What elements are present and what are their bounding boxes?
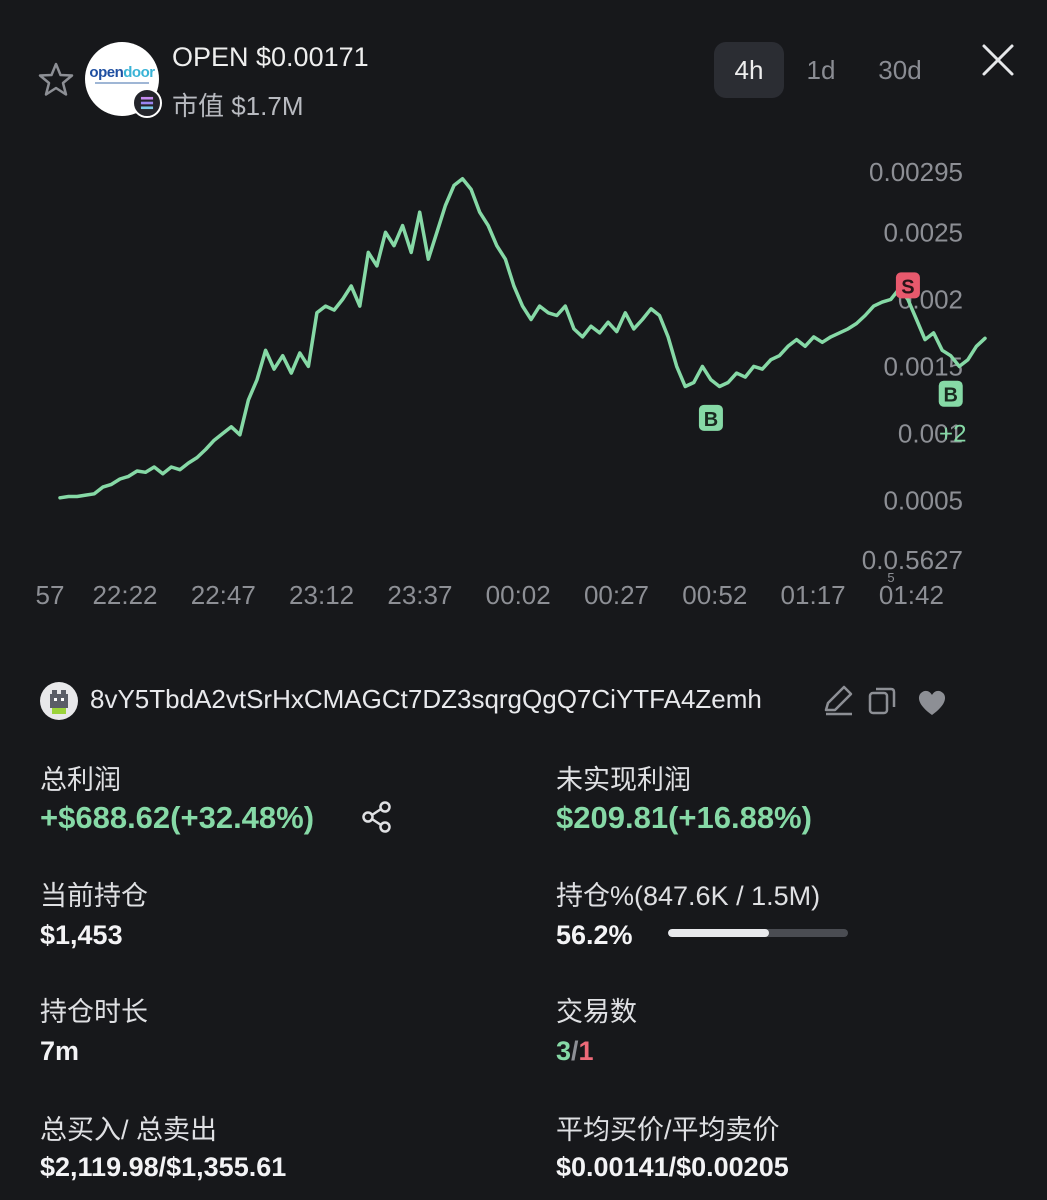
- price-chart[interactable]: 0.002950.00250.0020.00150.0010.00050.0.5…: [0, 130, 1047, 630]
- y-tick-label: 0.0005: [883, 485, 963, 515]
- trades-value: 3/1: [556, 1036, 594, 1066]
- buy-marker: B: [938, 380, 963, 407]
- avg-price-label: 平均买价/平均卖价: [556, 1115, 780, 1145]
- y-tick-label: 0.00295: [869, 157, 963, 187]
- sell-marker: S: [895, 272, 920, 299]
- holding-progress-fill: [668, 929, 770, 937]
- marker-label: S: [901, 276, 914, 298]
- edit-icon[interactable]: [820, 682, 856, 718]
- hold-time-label: 持仓时长: [40, 997, 148, 1027]
- x-tick-label: 00:27: [584, 580, 649, 610]
- x-tick-label: 01:42: [879, 580, 944, 610]
- x-tick-label: 01:17: [781, 580, 846, 610]
- unrealized-profit-label: 未实现利润: [556, 765, 691, 795]
- holding-pct-label: 持仓%(847.6K / 1.5M): [556, 881, 821, 911]
- price-line: [58, 176, 987, 500]
- token-title: OPEN $0.00171: [172, 42, 369, 72]
- solana-chain-icon: [132, 88, 162, 118]
- share-icon[interactable]: [360, 800, 394, 834]
- trades-buys: 3: [556, 1036, 572, 1066]
- holding-progress-bar: [668, 929, 848, 937]
- position-value: $1,453: [40, 920, 123, 950]
- buy-marker: B: [698, 404, 723, 431]
- buy-sell-total-value: $2,119.98/$1,355.61: [40, 1152, 287, 1182]
- unrealized-profit-value: $209.81(+16.88%): [556, 800, 812, 835]
- total-profit-label: 总利润: [40, 765, 121, 795]
- avatar: [40, 682, 78, 720]
- x-tick-label: 00:02: [486, 580, 551, 610]
- buy-sell-total-label: 总买入/ 总卖出: [40, 1115, 218, 1145]
- position-label: 当前持仓: [40, 881, 148, 911]
- trades-sells: 1: [578, 1036, 594, 1066]
- tab-30d[interactable]: 30d: [860, 42, 940, 98]
- close-icon[interactable]: [978, 40, 1018, 80]
- marker-label: B: [704, 409, 718, 431]
- hold-time-value: 7m: [40, 1036, 80, 1066]
- x-tick-label: 23:12: [289, 580, 354, 610]
- market-cap: 市值 $1.7M: [172, 91, 304, 121]
- wallet-address[interactable]: 8vY5TbdA2vtSrHxCMAGCt7DZ3sqrgQgQ7CiYTFA4…: [90, 684, 825, 715]
- x-tick-label: 22:47: [191, 580, 256, 610]
- marker-label: B: [944, 385, 958, 407]
- extra-markers-count: +2: [939, 421, 966, 448]
- x-tick-label: 57: [36, 580, 65, 610]
- tab-4h[interactable]: 4h: [714, 42, 784, 98]
- x-tick-label: 22:22: [92, 580, 157, 610]
- holding-pct-value: 56.2%: [556, 920, 633, 950]
- heart-icon[interactable]: [914, 684, 950, 720]
- total-profit-value: +$688.62(+32.48%): [40, 800, 315, 835]
- copy-icon[interactable]: [864, 682, 900, 718]
- x-tick-label: 00:52: [682, 580, 747, 610]
- tab-1d[interactable]: 1d: [792, 42, 850, 98]
- y-tick-label: 0.0025: [883, 217, 963, 247]
- y-tick-label: 0.0.5627: [862, 545, 963, 575]
- trades-label: 交易数: [556, 997, 637, 1027]
- x-tick-label: 23:37: [387, 580, 452, 610]
- star-icon[interactable]: [36, 60, 76, 100]
- avg-price-value: $0.00141/$0.00205: [556, 1152, 789, 1182]
